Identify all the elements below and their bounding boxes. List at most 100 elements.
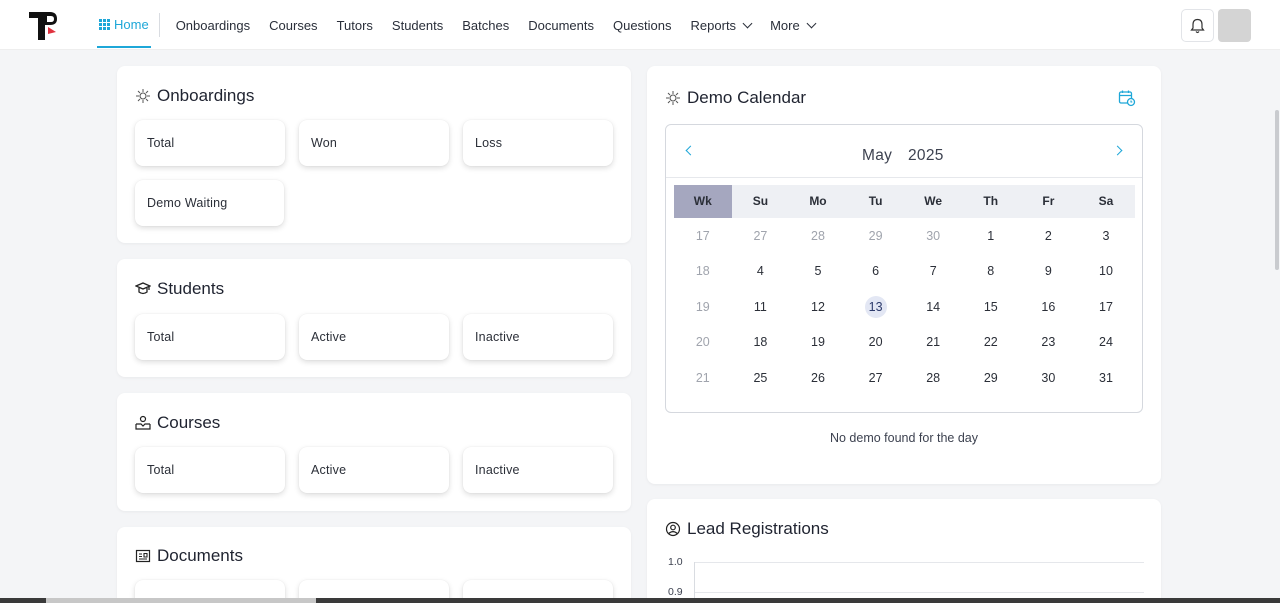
calendar-day[interactable]: 8	[962, 254, 1020, 289]
sparkle-icon	[666, 91, 680, 105]
horizontal-scrollbar-thumb[interactable]	[46, 598, 316, 603]
scrollbar[interactable]	[1274, 50, 1280, 603]
user-circle-icon	[665, 521, 681, 537]
calendar-day[interactable]: 10	[1077, 254, 1135, 289]
chevron-left-icon[interactable]	[685, 145, 696, 156]
calendar-month[interactable]: May	[862, 147, 892, 165]
calendar-day[interactable]: 25	[732, 361, 790, 396]
calendar-day[interactable]: 3	[1077, 219, 1135, 254]
calendar-day[interactable]: 16	[1020, 290, 1078, 325]
calendar-day-today[interactable]: 13	[847, 290, 905, 325]
demo-calendar-title: Demo Calendar	[665, 88, 806, 108]
onboardings-title-text: Onboardings	[157, 86, 255, 105]
bell-icon	[1190, 18, 1205, 33]
students-inactive-card[interactable]: Inactive	[463, 314, 613, 360]
weekday-th: Th	[983, 194, 999, 208]
courses-inactive-card[interactable]: Inactive	[463, 447, 613, 493]
nav-reports-dropdown[interactable]: Reports	[690, 0, 753, 50]
onboardings-won-card[interactable]: Won	[299, 120, 449, 166]
calendar-day[interactable]: 19	[789, 325, 847, 360]
brand-logo[interactable]	[28, 10, 58, 42]
grid-line	[694, 562, 1144, 563]
calendar-day[interactable]: 1	[962, 219, 1020, 254]
week-number: 17	[695, 229, 710, 243]
nav-courses[interactable]: Courses	[269, 0, 317, 50]
weekday-wk: Wk	[674, 185, 732, 218]
avatar[interactable]	[1218, 9, 1251, 42]
notifications-button[interactable]	[1181, 9, 1214, 42]
chevron-right-icon[interactable]	[1112, 145, 1123, 156]
calendar-day[interactable]: 23	[1020, 325, 1078, 360]
calendar-day[interactable]: 31	[1077, 361, 1135, 396]
week-number: 21	[695, 371, 710, 385]
onboardings-demo-waiting-card[interactable]: Demo Waiting	[135, 180, 284, 226]
demo-calendar-title-text: Demo Calendar	[687, 88, 807, 107]
nav-questions[interactable]: Questions	[613, 0, 672, 50]
calendar-day[interactable]: 27	[732, 219, 790, 254]
lead-registrations-title: Lead Registrations	[665, 519, 829, 539]
calendar-week-row: 21 25 26 27 28 29 30 31	[674, 361, 1135, 396]
week-number: 18	[695, 264, 710, 278]
nav-documents[interactable]: Documents	[528, 0, 594, 50]
calendar-day[interactable]: 6	[847, 254, 905, 289]
courses-card: Courses Total Active Inactive	[117, 393, 631, 511]
courses-active-card[interactable]: Active	[299, 447, 449, 493]
calendar-day[interactable]: 2	[1020, 219, 1078, 254]
calendar-day[interactable]: 29	[962, 361, 1020, 396]
calendar-settings-icon[interactable]	[1118, 89, 1136, 107]
weekday-fr: Fr	[1042, 194, 1055, 208]
calendar-day[interactable]: 18	[732, 325, 790, 360]
calendar-day[interactable]: 30	[1020, 361, 1078, 396]
nav-home[interactable]: Home	[97, 2, 151, 48]
nav-more-dropdown[interactable]: More	[770, 0, 817, 50]
students-total-card[interactable]: Total	[135, 314, 285, 360]
chevron-down-icon	[742, 18, 753, 28]
courses-total-card[interactable]: Total	[135, 447, 285, 493]
calendar-day[interactable]: 5	[789, 254, 847, 289]
calendar-week-row: 17 27 28 29 30 1 2 3	[674, 219, 1135, 254]
calendar-day[interactable]: 4	[732, 254, 790, 289]
chevron-down-icon	[806, 18, 817, 28]
calendar-day[interactable]: 24	[1077, 325, 1135, 360]
students-active-card[interactable]: Active	[299, 314, 449, 360]
calendar-year[interactable]: 2025	[908, 147, 944, 165]
calendar-day[interactable]: 17	[1077, 290, 1135, 325]
nav-divider	[158, 13, 160, 37]
calendar-day[interactable]: 21	[904, 325, 962, 360]
calendar-day[interactable]: 26	[789, 361, 847, 396]
calendar-day[interactable]: 12	[789, 290, 847, 325]
calendar-day[interactable]: 15	[962, 290, 1020, 325]
calendar-day[interactable]: 11	[732, 290, 790, 325]
calendar-day[interactable]: 28	[789, 219, 847, 254]
scrollbar-thumb[interactable]	[1275, 110, 1279, 270]
students-title: Students	[135, 279, 224, 299]
calendar-week-row: 20 18 19 20 21 22 23 24	[674, 325, 1135, 360]
courses-title: Courses	[135, 413, 220, 433]
calendar-day[interactable]: 27	[847, 361, 905, 396]
calendar-day[interactable]: 14	[904, 290, 962, 325]
weekday-we: We	[924, 194, 943, 208]
calendar-day[interactable]: 22	[962, 325, 1020, 360]
week-number: 20	[695, 335, 710, 349]
course-icon	[135, 415, 151, 430]
nav-tutors[interactable]: Tutors	[337, 0, 373, 50]
nav-students[interactable]: Students	[392, 0, 443, 50]
nav-batches[interactable]: Batches	[462, 0, 509, 50]
calendar-widget: May 2025 Wk Su Mo Tu We Th Fr Sa 17 27 2…	[665, 124, 1143, 413]
calendar-weekday-header: Wk Su Mo Tu We Th Fr Sa	[674, 185, 1135, 218]
nav-reports-label: Reports	[690, 17, 737, 33]
calendar-day[interactable]: 7	[904, 254, 962, 289]
nav-home-label: Home	[114, 16, 149, 32]
onboardings-total-card[interactable]: Total	[135, 120, 285, 166]
y-tick-label: 0.9	[668, 586, 683, 598]
calendar-day[interactable]: 30	[904, 219, 962, 254]
horizontal-scrollbar[interactable]	[0, 598, 1280, 603]
calendar-day[interactable]: 29	[847, 219, 905, 254]
week-number: 19	[695, 300, 710, 314]
calendar-day[interactable]: 28	[904, 361, 962, 396]
onboardings-loss-card[interactable]: Loss	[463, 120, 613, 166]
calendar-day[interactable]: 9	[1020, 254, 1078, 289]
nav-onboardings[interactable]: Onboardings	[176, 0, 250, 50]
calendar-header: May 2025	[666, 125, 1142, 178]
calendar-day[interactable]: 20	[847, 325, 905, 360]
